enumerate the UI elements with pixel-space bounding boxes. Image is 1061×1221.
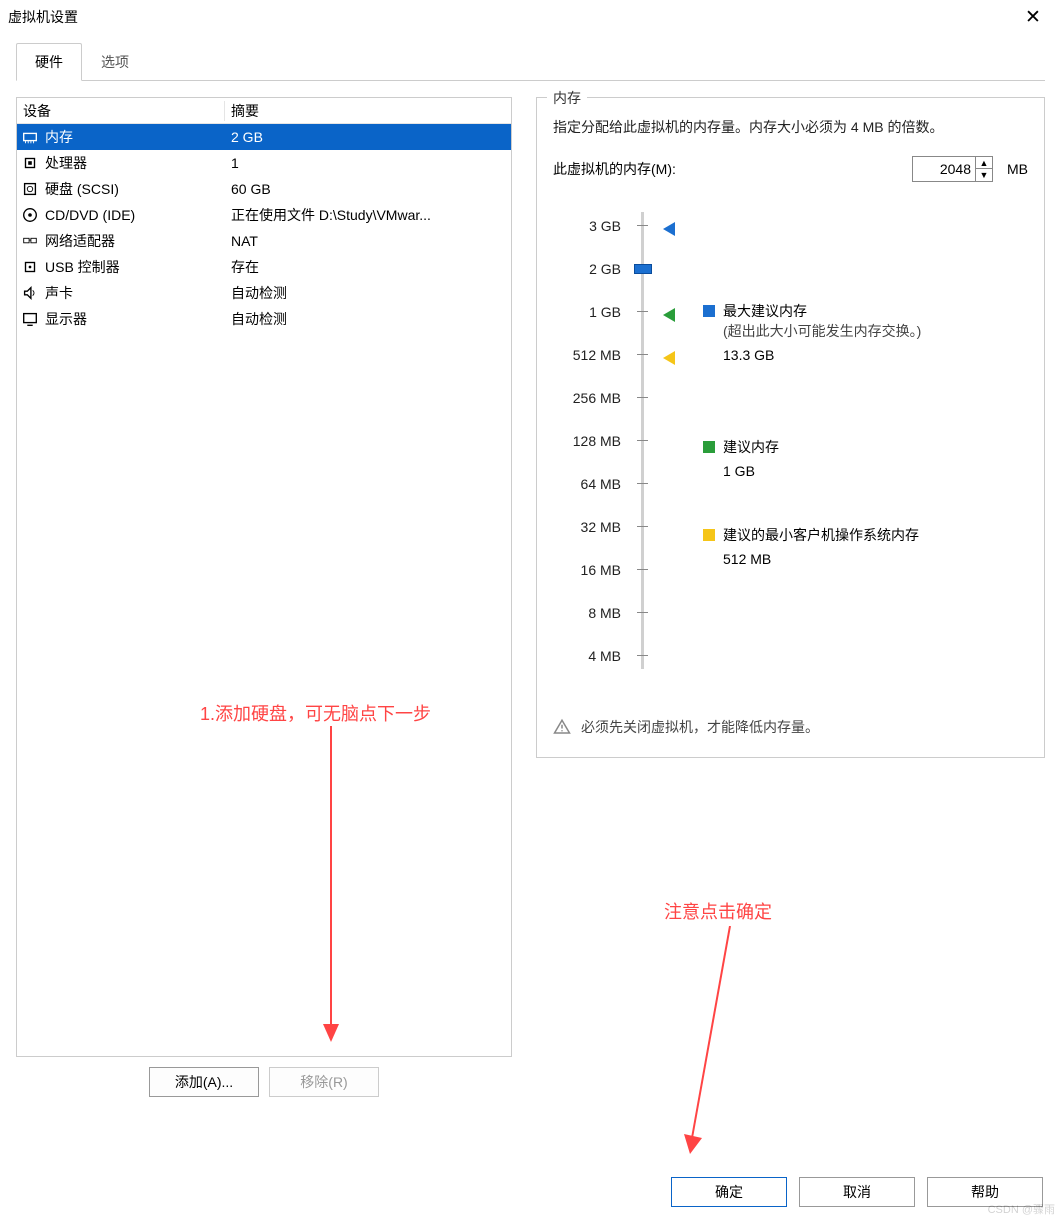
device-row[interactable]: 内存 2 GB [17,124,511,150]
swatch-green-icon [703,441,715,453]
device-summary: 存在 [225,257,511,277]
device-summary: 正在使用文件 D:\Study\VMwar... [225,205,511,225]
swatch-yellow-icon [703,529,715,541]
device-name: CD/DVD (IDE) [45,207,135,223]
tick-label: 64 MB [553,462,629,505]
tick-label: 128 MB [553,419,629,462]
title-bar: 虚拟机设置 ✕ [0,0,1061,34]
device-name: 网络适配器 [45,231,115,251]
watermark: CSDN @骤雨 [988,1201,1055,1217]
legend-min-value: 512 MB [723,550,919,570]
marker-green-icon [663,308,675,322]
disk-icon [21,180,39,198]
device-row[interactable]: 网络适配器 NAT [17,228,511,254]
tick-label: 1 GB [553,290,629,333]
tick-label: 2 GB [553,247,629,290]
device-name: 显示器 [45,309,87,329]
spinner-down-icon[interactable]: ▼ [976,169,992,181]
device-row[interactable]: 硬盘 (SCSI) 60 GB [17,176,511,202]
cd-icon [21,206,39,224]
legend-rec-label: 建议内存 [723,438,779,458]
tick-label: 4 MB [553,634,629,677]
spinner-up-icon[interactable]: ▲ [976,157,992,169]
tab-options[interactable]: 选项 [82,43,148,81]
display-icon [21,310,39,328]
remove-button: 移除(R) [269,1067,379,1097]
device-name: 声卡 [45,283,73,303]
tick-label: 256 MB [553,376,629,419]
tick-label: 8 MB [553,591,629,634]
legend-min-label: 建议的最小客户机操作系统内存 [723,526,919,546]
device-list: 设备 摘要 内存 2 GB 处理器 1 硬盘 (SCSI) 60 GB CD/DVD (ID… [16,97,512,1057]
tick-label: 512 MB [553,333,629,376]
usb-icon [21,258,39,276]
device-summary: 2 GB [225,129,511,145]
col-device: 设备 [17,101,225,121]
memory-slider[interactable] [629,204,657,677]
memory-description: 指定分配给此虚拟机的内存量。内存大小必须为 4 MB 的倍数。 [553,116,1028,138]
cancel-button[interactable]: 取消 [799,1177,915,1207]
device-summary: NAT [225,233,511,249]
device-row[interactable]: 处理器 1 [17,150,511,176]
marker-yellow-icon [663,351,675,365]
device-row[interactable]: 声卡 自动检测 [17,280,511,306]
memory-unit: MB [1007,161,1028,177]
tick-label: 3 GB [553,204,629,247]
device-row[interactable]: 显示器 自动检测 [17,306,511,332]
legend-max-value: 13.3 GB [723,346,921,366]
device-summary: 自动检测 [225,283,511,303]
tab-hardware[interactable]: 硬件 [16,43,82,81]
add-button[interactable]: 添加(A)... [149,1067,259,1097]
memory-group: 内存 指定分配给此虚拟机的内存量。内存大小必须为 4 MB 的倍数。 此虚拟机的… [536,97,1045,758]
memory-spinner[interactable]: ▲ ▼ [912,156,993,182]
tab-strip: 硬件 选项 [16,42,1061,80]
marker-blue-icon [663,222,675,236]
legend-max-sub: (超出此大小可能发生内存交换。) [723,322,921,342]
memory-warning: 必须先关闭虚拟机，才能降低内存量。 [553,717,1028,737]
memory-legend: 内存 [547,88,587,108]
device-name: 处理器 [45,153,87,173]
ok-button[interactable]: 确定 [671,1177,787,1207]
device-row[interactable]: USB 控制器 存在 [17,254,511,280]
col-summary: 摘要 [225,101,511,121]
device-name: 硬盘 (SCSI) [45,179,119,199]
cpu-icon [21,154,39,172]
sound-icon [21,284,39,302]
memory-markers [657,204,703,677]
memory-icon [21,128,39,146]
tick-label: 32 MB [553,505,629,548]
slider-thumb[interactable] [634,264,652,274]
device-summary: 60 GB [225,181,511,197]
memory-input[interactable] [913,161,975,177]
legend-rec-value: 1 GB [723,462,779,482]
close-icon[interactable]: ✕ [1013,0,1053,34]
legend-max-label: 最大建议内存 [723,302,921,322]
memory-tick-labels: 3 GB2 GB1 GB512 MB256 MB128 MB64 MB32 MB… [553,204,629,677]
swatch-blue-icon [703,305,715,317]
warning-icon [553,718,571,736]
device-summary: 1 [225,155,511,171]
device-summary: 自动检测 [225,309,511,329]
device-row[interactable]: CD/DVD (IDE) 正在使用文件 D:\Study\VMwar... [17,202,511,228]
device-name: 内存 [45,127,73,147]
tick-label: 16 MB [553,548,629,591]
device-list-header: 设备 摘要 [17,98,511,124]
net-icon [21,232,39,250]
window-title: 虚拟机设置 [8,7,78,27]
memory-label: 此虚拟机的内存(M): [553,159,676,179]
device-name: USB 控制器 [45,257,120,277]
